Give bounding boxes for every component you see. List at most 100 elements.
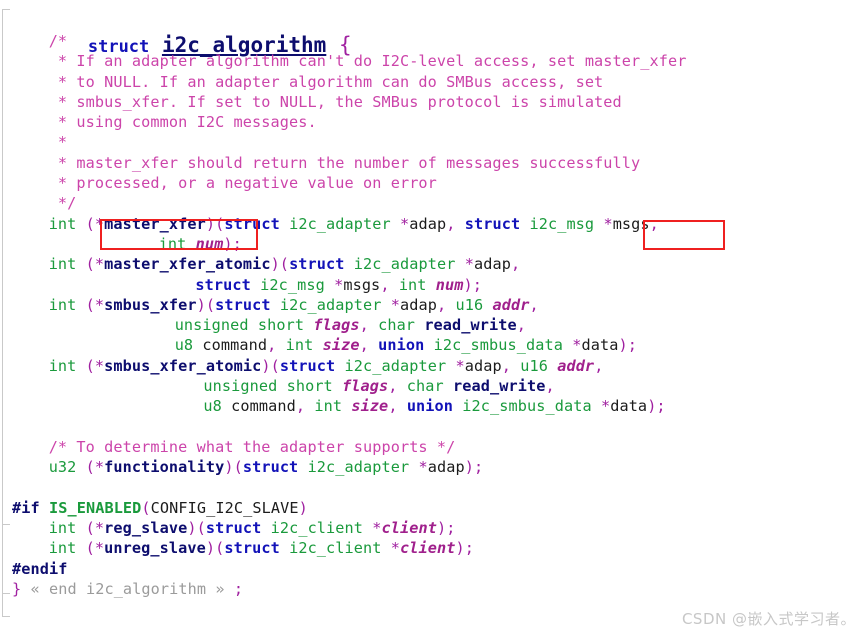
token-type: i2c_adapter	[307, 458, 410, 477]
token-punct: (*	[85, 295, 105, 314]
token-plain: msgs	[612, 214, 650, 233]
token-type: int	[48, 539, 77, 558]
token-macro: IS_ENABLED	[48, 498, 142, 517]
code-line: int (*unreg_slave)(struct i2c_client *cl…	[12, 538, 862, 558]
token-punct: ,	[501, 356, 521, 375]
token-punct: )(	[196, 295, 216, 314]
token-ident: read_write	[453, 377, 546, 396]
token-kw: struct	[224, 539, 280, 558]
token-punct: *	[455, 356, 465, 375]
token-comment: * using common I2C messages.	[48, 113, 317, 132]
token-punct: *	[372, 519, 382, 538]
token-preproc: #if	[12, 498, 40, 517]
token-type: i2c_adapter	[279, 295, 382, 314]
token-param: flags	[342, 377, 389, 396]
token-type: i2c_client	[270, 519, 364, 538]
token-type: u32	[48, 458, 77, 477]
token-type: char	[406, 377, 444, 396]
token-ident: smbus_xfer_atomic	[104, 356, 262, 375]
token-type: i2c_msg	[260, 275, 325, 294]
token-plain: command	[193, 336, 268, 355]
token-type: u8	[203, 397, 222, 416]
token-punct: )(	[205, 214, 225, 233]
token-punct: *	[390, 295, 401, 314]
token-preproc: #endif	[12, 559, 68, 578]
code-fold-rail-ifdef[interactable]	[2, 524, 10, 594]
code-line: * to NULL. If an adapter algorithm can d…	[12, 72, 862, 92]
token-type: int	[48, 295, 77, 314]
token-kw: union	[406, 397, 454, 416]
token-kw: struct	[215, 295, 271, 314]
token-punct: )(	[270, 255, 290, 274]
token-type: u16	[455, 295, 484, 314]
token-type: i2c_adapter	[344, 356, 447, 375]
token-punct: (*	[85, 214, 105, 233]
token-comment: * master_xfer should return the number o…	[48, 153, 641, 172]
token-fold-note: « end i2c_algorithm »	[30, 580, 225, 599]
token-type: int	[48, 255, 77, 274]
token-punct: )(	[187, 519, 206, 538]
code-body-lines: /* * If an adapter algorithm can't do I2…	[12, 31, 862, 599]
token-punct: );	[464, 458, 484, 477]
code-line: int num);	[12, 234, 862, 254]
token-punct: *	[603, 214, 613, 233]
token-punct: )(	[261, 356, 280, 375]
token-comment: */	[48, 194, 77, 213]
token-type: int	[314, 397, 343, 416]
token-punct: ,	[510, 255, 521, 274]
token-type: int	[48, 356, 77, 375]
token-param: size	[351, 397, 389, 416]
token-punct: *	[334, 275, 344, 294]
token-kw: struct	[205, 519, 262, 538]
token-plain: adap	[427, 458, 465, 477]
token-comment: * processed, or a negative value on erro…	[48, 174, 437, 193]
token-type: unsigned short	[174, 316, 305, 335]
code-line: * processed, or a negative value on erro…	[12, 173, 862, 193]
token-punct: );	[437, 519, 456, 538]
token-param: num	[195, 234, 224, 253]
token-plain: data	[581, 336, 619, 355]
code-line: * If an adapter algorithm can't do I2C-l…	[12, 51, 862, 71]
token-param: client	[400, 539, 456, 558]
token-ident: unreg_slave	[104, 539, 206, 558]
code-line: unsigned short flags, char read_write,	[12, 315, 862, 335]
struct-declaration-line: struct i2c_algorithm {	[12, 0, 862, 57]
token-punct: ,	[594, 356, 604, 375]
token-type: int	[285, 336, 314, 355]
token-punct: (*	[85, 539, 105, 558]
token-kw: struct	[279, 356, 336, 375]
token-param: flags	[313, 316, 360, 335]
code-line: * master_xfer should return the number o…	[12, 153, 862, 173]
code-line: #endif	[12, 559, 862, 579]
token-kw: struct	[289, 255, 345, 274]
token-type: char	[378, 316, 416, 335]
token-punct: *	[572, 336, 582, 355]
code-snippet-view: struct i2c_algorithm { /* * If an adapte…	[0, 0, 866, 635]
token-type: unsigned short	[203, 377, 333, 396]
code-fold-rail-struct[interactable]	[2, 9, 10, 617]
token-punct: ,	[437, 295, 456, 314]
code-line: /* To determine what the adapter support…	[12, 437, 862, 457]
code-line: * using common I2C messages.	[12, 112, 862, 132]
token-punct: ,	[446, 214, 465, 233]
token-ident: read_write	[424, 316, 517, 335]
token-punct: );	[647, 397, 666, 416]
token-plain: command	[221, 397, 296, 416]
token-punct: ,	[359, 336, 379, 355]
token-plain: adap	[464, 356, 502, 375]
token-punct: )	[298, 498, 308, 517]
